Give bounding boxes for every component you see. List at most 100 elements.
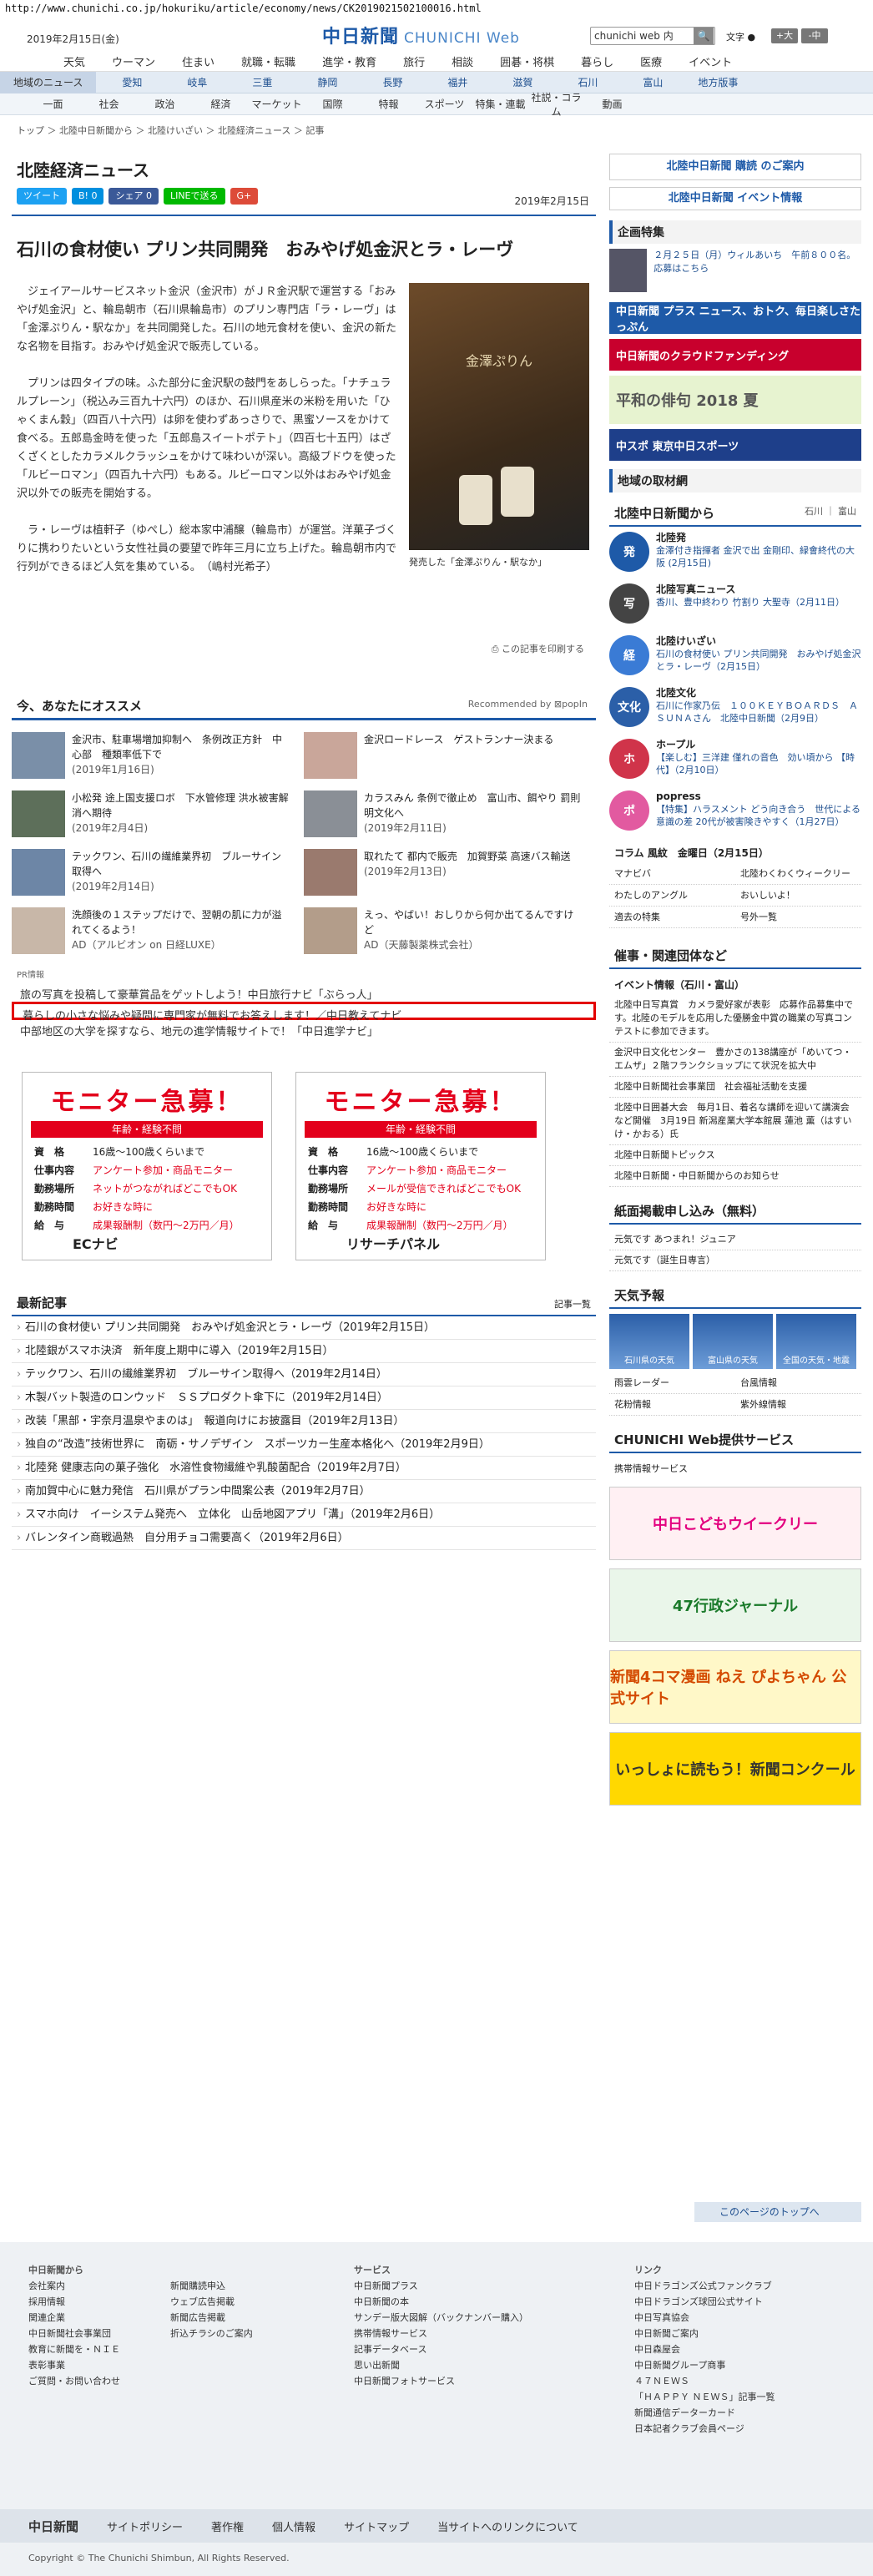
global-nav-item[interactable]: ウーマン bbox=[98, 53, 169, 69]
article-list-link[interactable]: 記事一覧 bbox=[554, 1297, 591, 1311]
recommend-item[interactable]: 金沢ロードレース ゲストランナー決まる bbox=[304, 732, 596, 780]
hokuriku-item[interactable]: 発北陸発 金澤付き指揮者 金沢で出 金剛印、緑會終代の大阪 (2月15日) bbox=[609, 532, 861, 578]
footer-nav-item[interactable]: 個人情報 bbox=[272, 2518, 315, 2534]
org-item[interactable]: 北陸中日囲碁大会 毎月1日、着名な講師を迎いて講演会など開催 3月19日 新潟産… bbox=[609, 1098, 861, 1145]
sidebar-link[interactable]: おいしいよ！ bbox=[735, 885, 861, 907]
weather-panel[interactable]: 全国の天気・地震 bbox=[776, 1314, 856, 1369]
latest-item[interactable]: 改装「黒部・宇奈月温泉やまのは」 報道向けにお披露目（2019年2月13日） bbox=[12, 1410, 596, 1433]
footer-link[interactable]: ウェブ広告掲載 bbox=[170, 2294, 253, 2310]
hokuriku-item[interactable]: 文化 北陸文化 石川に作家乃伝 １００ＫＥＹＢＯＡＲＤＳ ＡＳＵＮＡさん 北陸中日新… bbox=[609, 687, 861, 734]
recommend-item[interactable]: 小松発 途上国支援ロボ 下水管修理 洪水被害解消へ期待 (2019年2月4日) bbox=[12, 790, 304, 839]
plus-banner[interactable]: 中日新聞 プラス ニュース、おトク、毎日楽しさたっぷん bbox=[609, 302, 861, 334]
breadcrumb[interactable]: トップ ＞ 北陸中日新聞から ＞ 北陸けいざい ＞ 北陸経済ニュース ＞ 記事 bbox=[0, 115, 873, 139]
event-info-link[interactable]: イベント情報（石川・富山） bbox=[609, 974, 861, 995]
gplus-button[interactable]: G+ bbox=[230, 188, 259, 205]
weather-link[interactable]: 紫外線情報 bbox=[735, 1394, 861, 1416]
sidebar-link[interactable]: 適去の特集 bbox=[609, 907, 735, 928]
footer-link[interactable]: 会社案内 bbox=[28, 2278, 120, 2294]
footer-link[interactable]: 記事データベース bbox=[354, 2341, 528, 2357]
region-nav-item[interactable]: 岐阜 bbox=[164, 75, 230, 89]
latest-item[interactable]: 独自の“改造”技術世界に 南砺・サノデザイン スポーツカー生産本格化へ（2019… bbox=[12, 1433, 596, 1457]
category-nav-item[interactable]: 政治 bbox=[137, 97, 193, 111]
site-logo[interactable]: 中日新聞 CHUNICHI Web bbox=[322, 22, 520, 48]
recommend-item[interactable]: 洗顔後の１ステップだけで、翌朝の肌に力が溢れてくるよう！ AD（アルビオン on … bbox=[12, 907, 304, 956]
back-to-top-button[interactable]: このページのトップへ bbox=[694, 2202, 861, 2222]
footer-link[interactable]: 新聞購読申込 bbox=[170, 2278, 253, 2294]
hokuriku-item[interactable]: 写北陸写真ニュース 香川、豊中終わり 竹割り 大聖寺（2月11日） bbox=[609, 583, 861, 630]
footer-link[interactable]: 教育に新聞を・ＮＩＥ bbox=[28, 2341, 120, 2357]
footer-link[interactable]: 中日新聞プラス bbox=[354, 2278, 528, 2294]
recommend-item[interactable]: 金沢市、駐車場増加抑制へ 条例改正方針 中心部 種類率低下で (2019年1月16… bbox=[12, 732, 304, 780]
recommend-item[interactable]: テックワン、石川の繊維業界初 ブルーサイン取得へ (2019年2月14日) bbox=[12, 849, 304, 897]
category-nav-item[interactable]: 一面 bbox=[25, 97, 81, 111]
mobile-service-link[interactable]: 携帯情報サービス bbox=[609, 1458, 861, 1478]
region-nav-item[interactable]: 静岡 bbox=[295, 75, 360, 89]
sidebar-link[interactable]: マナビバ bbox=[609, 863, 735, 885]
global-nav-item[interactable]: 進学・教育 bbox=[309, 53, 390, 69]
weather-link[interactable]: 花粉情報 bbox=[609, 1394, 735, 1416]
org-item[interactable]: 北陸中日新聞社会事業団 社会福祉活動を支援 bbox=[609, 1077, 861, 1098]
footer-nav-item[interactable]: 当サイトへのリンクについて bbox=[437, 2518, 578, 2534]
footer-link[interactable]: 中日ドラゴンズ公式ファンクラブ bbox=[634, 2278, 775, 2294]
footer-link[interactable]: 中日新聞ご案内 bbox=[634, 2326, 775, 2341]
footer-link[interactable]: 中日新聞グループ商事 bbox=[634, 2357, 775, 2373]
hokuriku-item[interactable]: 経北陸けいざい 石川の食材使い プリン共同開発 おみやげ処金沢とラ・レーヴ（2月1… bbox=[609, 635, 861, 682]
region-nav-item[interactable]: 地方版事 bbox=[685, 75, 750, 89]
kami-item[interactable]: 元気です（誕生日専言） bbox=[609, 1250, 861, 1271]
print-link[interactable]: ⎙ この記事を印刷する bbox=[12, 642, 596, 655]
tab-toyama[interactable]: 富山 bbox=[838, 506, 856, 517]
org-item[interactable]: 北陸中日新聞トピックス bbox=[609, 1145, 861, 1166]
latest-item[interactable]: 北陸発 健康志向の菓子強化 水溶性食物繊維や乳酸菌配合（2019年2月7日） bbox=[12, 1457, 596, 1480]
pr-link[interactable]: 中部地区の大学を探すなら、地元の進学情報サイトで！「中日進学ナビ」 bbox=[12, 1020, 596, 1038]
font-mid-button[interactable]: -中 bbox=[801, 28, 828, 43]
footer-link[interactable]: 関連企業 bbox=[28, 2310, 120, 2326]
recommend-item[interactable]: 取れたて 都内で販売 加賀野菜 高速バス輸送 (2019年2月13日) bbox=[304, 849, 596, 897]
footer-link[interactable]: 「ＨＡＰＰＹ ＮＥＷＳ」記事一覧 bbox=[634, 2389, 775, 2405]
category-nav-item[interactable]: 経済 bbox=[193, 97, 249, 111]
footer-link[interactable]: 中日新聞社会事業団 bbox=[28, 2326, 120, 2341]
category-nav-item[interactable]: 動画 bbox=[584, 97, 640, 111]
footer-link[interactable]: 新聞広告掲載 bbox=[170, 2310, 253, 2326]
org-item[interactable]: 北陸中日写真賞 カメラ愛好家が表彰 応募作品募集中です。北陸のモデルを応用した優… bbox=[609, 995, 861, 1043]
kami-item[interactable]: 元気です あつまれ！ジュニア bbox=[609, 1230, 861, 1250]
tab-ishikawa[interactable]: 石川 bbox=[805, 506, 823, 517]
footer-link[interactable]: 中日写真協会 bbox=[634, 2310, 775, 2326]
footer-nav-item[interactable]: 中日新聞 bbox=[28, 2518, 78, 2535]
footer-nav-item[interactable]: 著作権 bbox=[211, 2518, 244, 2534]
popin-credit[interactable]: Recommended by ⊠popIn bbox=[468, 699, 588, 710]
region-nav-item[interactable]: 長野 bbox=[360, 75, 425, 89]
footer-link[interactable]: 新聞通信データーカード bbox=[634, 2405, 775, 2421]
service-banner[interactable]: 新聞4コマ漫画 ねえ ぴよちゃん 公式サイト bbox=[609, 1650, 861, 1724]
tweet-button[interactable]: ツイート bbox=[17, 188, 67, 205]
line-button[interactable]: LINEで送る bbox=[163, 188, 225, 205]
weather-panel[interactable]: 石川県の天気 bbox=[609, 1314, 689, 1369]
global-nav-item[interactable]: イベント bbox=[675, 53, 745, 69]
latest-item[interactable]: 石川の食材使い プリン共同開発 おみやげ処金沢とラ・レーヴ（2019年2月15日… bbox=[12, 1316, 596, 1340]
region-nav-item[interactable]: 石川 bbox=[555, 75, 620, 89]
footer-link[interactable]: 表彰事業 bbox=[28, 2357, 120, 2373]
footer-nav-item[interactable]: サイトマップ bbox=[344, 2518, 409, 2534]
footer-link[interactable]: 折込チラシのご案内 bbox=[170, 2326, 253, 2341]
weather-panel[interactable]: 富山県の天気 bbox=[693, 1314, 773, 1369]
pr-link[interactable]: 旅の写真を投稿して豪華賞品をゲットしよう！中日旅行ナビ「ぶらっ人」 bbox=[12, 983, 596, 1002]
subscribe-banner[interactable]: 北陸中日新聞 購読 のご案内 bbox=[609, 154, 861, 180]
footer-link[interactable]: 思い出新聞 bbox=[354, 2357, 528, 2373]
search-icon[interactable]: 🔍 bbox=[694, 28, 714, 44]
global-nav-item[interactable]: 囲碁・将棋 bbox=[487, 53, 568, 69]
crowdfunding-banner[interactable]: 中日新聞のクラウドファンディング bbox=[609, 339, 861, 371]
category-nav-item[interactable]: 特集・連載 bbox=[472, 97, 528, 111]
column-fumon[interactable]: コラム 風紋 金曜日（2月15日） bbox=[609, 842, 861, 863]
kikaku-item[interactable]: ２月２５日（月）ウィルあいち 午前８００名。応募はこちら bbox=[609, 249, 861, 295]
region-nav-item[interactable]: 福井 bbox=[425, 75, 490, 89]
category-nav-item[interactable]: 国際 bbox=[305, 97, 361, 111]
category-nav-item[interactable]: 社会 bbox=[81, 97, 137, 111]
region-nav-item[interactable]: 滋賀 bbox=[490, 75, 555, 89]
global-nav-item[interactable]: 相談 bbox=[438, 53, 487, 69]
region-nav-head[interactable]: 地域のニュース bbox=[0, 71, 97, 93]
latest-item[interactable]: バレンタイン商戦過熱 自分用チョコ需要高く（2019年2月6日） bbox=[12, 1527, 596, 1550]
facebook-share-button[interactable]: シェア 0 bbox=[108, 188, 159, 205]
monitor-ad[interactable]: モニター急募！ 年齢・経験不問資 格 16歳～100歳くらいまで 仕事内容 アンケート参… bbox=[295, 1072, 546, 1260]
footer-link[interactable]: サンデー版大図解（バックナンバー購入） bbox=[354, 2310, 528, 2326]
haiku-banner[interactable]: 平和の俳句 2018 夏 bbox=[609, 376, 861, 424]
footer-link[interactable]: ４７ＮＥＷＳ bbox=[634, 2373, 775, 2389]
